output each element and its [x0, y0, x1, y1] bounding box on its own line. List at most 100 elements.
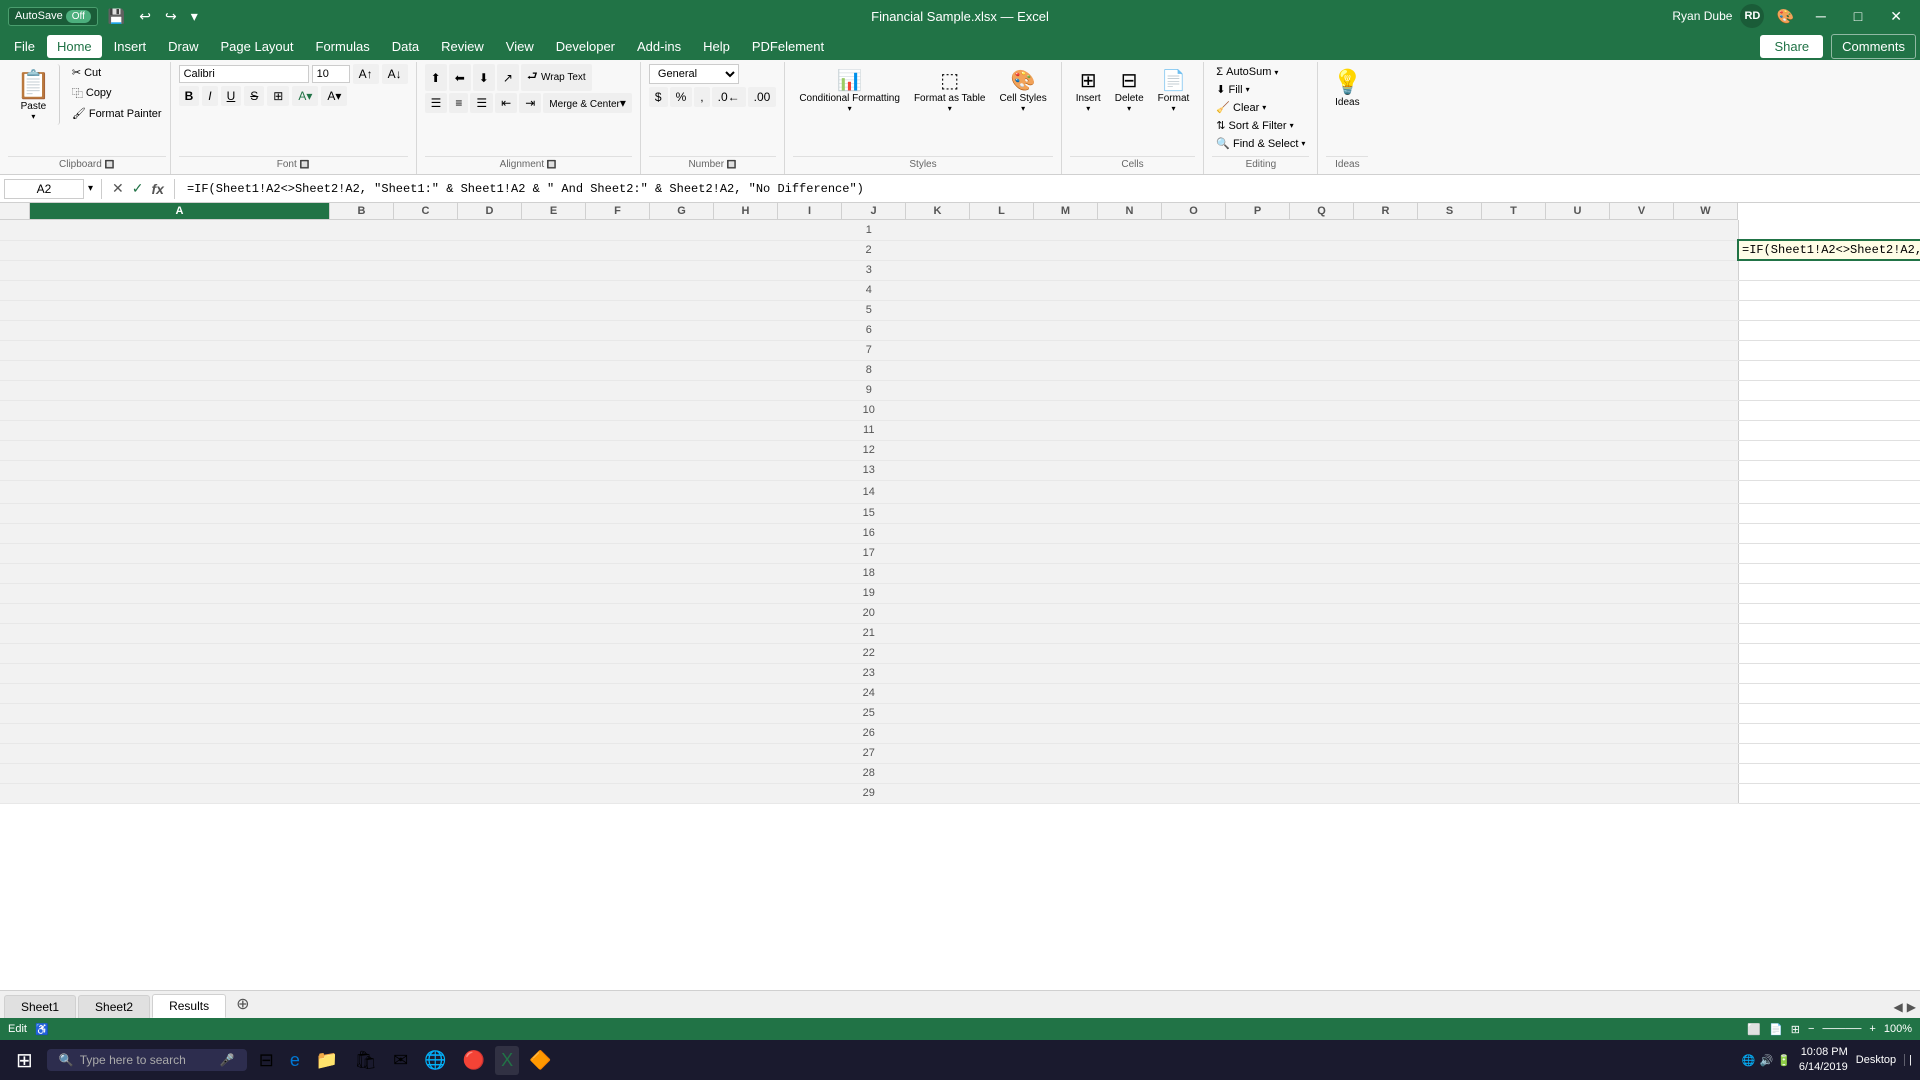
row-number-11[interactable]: 11	[0, 420, 1738, 440]
menu-developer[interactable]: Developer	[546, 35, 625, 58]
fill-button[interactable]: ⬇ Fill ▾	[1212, 81, 1309, 98]
autosave-button[interactable]: AutoSave Off	[8, 7, 98, 26]
row-number-29[interactable]: 29	[0, 783, 1738, 803]
cell-A2[interactable]: =IF(Sheet1!A2<>Sheet2!A2, "Sheet1:" & Sh…	[1738, 240, 1920, 260]
format-painter-button[interactable]: 🖌 Format Painter	[68, 105, 166, 122]
cell-A1[interactable]	[1738, 220, 1920, 240]
cell-A22[interactable]	[1738, 643, 1920, 663]
start-button[interactable]: ⊞	[8, 1044, 41, 1077]
insert-function-button[interactable]: fx	[150, 179, 166, 199]
sheet-tab-results[interactable]: Results	[152, 994, 226, 1018]
row-number-9[interactable]: 9	[0, 380, 1738, 400]
row-number-24[interactable]: 24	[0, 683, 1738, 703]
number-format-select[interactable]: General	[649, 64, 739, 84]
spreadsheet-container[interactable]: A B C D E F G H I J K L M N O P Q R S T	[0, 203, 1920, 1083]
col-header-K[interactable]: K	[906, 203, 970, 219]
number-expand-icon[interactable]: 🔲	[727, 160, 737, 169]
decrease-indent-button[interactable]: ⇤	[495, 93, 517, 113]
taskbar-time[interactable]: 10:08 PM 6/14/2019	[1799, 1045, 1848, 1076]
cell-A21[interactable]	[1738, 623, 1920, 643]
conditional-formatting-button[interactable]: 📊 Conditional Formatting ▾	[793, 64, 906, 117]
excel-taskbar-button[interactable]: X	[495, 1046, 519, 1075]
paste-button[interactable]: 📋 Paste ▾	[8, 64, 60, 125]
underline-button[interactable]: U	[221, 86, 242, 106]
cell-A13[interactable]	[1738, 460, 1920, 480]
row-number-19[interactable]: 19	[0, 583, 1738, 603]
cell-A11[interactable]	[1738, 420, 1920, 440]
italic-button[interactable]: I	[202, 86, 217, 106]
add-sheet-button[interactable]: ⊕	[228, 990, 257, 1018]
row-number-21[interactable]: 21	[0, 623, 1738, 643]
menu-pdfelement[interactable]: PDFelement	[742, 35, 834, 58]
undo-icon[interactable]: ↩	[135, 6, 155, 27]
task-view-button[interactable]: ⊟	[253, 1046, 280, 1075]
copy-button[interactable]: ⿻ Copy	[68, 83, 166, 103]
autosum-button[interactable]: Σ AutoSum ▾	[1212, 64, 1309, 80]
cell-A16[interactable]	[1738, 523, 1920, 543]
ideas-button[interactable]: 💡 Ideas	[1326, 64, 1368, 112]
ie-button[interactable]: e	[284, 1046, 306, 1075]
row-number-23[interactable]: 23	[0, 663, 1738, 683]
row-number-12[interactable]: 12	[0, 440, 1738, 460]
menu-home[interactable]: Home	[47, 35, 102, 58]
insert-button[interactable]: ⊞ Insert ▾	[1070, 64, 1107, 117]
col-header-D[interactable]: D	[458, 203, 522, 219]
col-header-F[interactable]: F	[586, 203, 650, 219]
menu-help[interactable]: Help	[693, 35, 740, 58]
col-header-W[interactable]: W	[1674, 203, 1738, 219]
sheet-nav-right[interactable]: ▶	[1907, 1000, 1916, 1014]
format-button[interactable]: 📄 Format ▾	[1152, 64, 1196, 117]
cell-A18[interactable]	[1738, 563, 1920, 583]
share-button[interactable]: Share	[1760, 35, 1823, 58]
zoom-slider[interactable]: ─────	[1822, 1023, 1861, 1035]
col-header-I[interactable]: I	[778, 203, 842, 219]
cell-A5[interactable]	[1738, 300, 1920, 320]
chrome-button[interactable]: 🌐	[418, 1046, 452, 1075]
format-as-table-button[interactable]: ⬚ Format as Table ▾	[908, 64, 992, 117]
row-number-14[interactable]: 14	[0, 480, 1738, 503]
file-explorer-button[interactable]: 📁	[310, 1046, 344, 1075]
cell-A27[interactable]	[1738, 743, 1920, 763]
delete-button[interactable]: ⊟ Delete ▾	[1109, 64, 1150, 117]
taskbar-search[interactable]: 🔍 Type here to search 🎤	[47, 1049, 247, 1071]
cell-A7[interactable]	[1738, 340, 1920, 360]
save-icon[interactable]: 💾	[104, 6, 129, 27]
show-desktop-button[interactable]: |	[1904, 1054, 1912, 1066]
find-select-button[interactable]: 🔍 Find & Select ▾	[1212, 135, 1309, 152]
menu-formulas[interactable]: Formulas	[306, 35, 380, 58]
row-number-8[interactable]: 8	[0, 360, 1738, 380]
alignment-expand-icon[interactable]: 🔲	[547, 160, 557, 169]
customize-icon[interactable]: ▾	[187, 6, 202, 27]
clipboard-expand-icon[interactable]: 🔲	[105, 160, 115, 169]
fill-color-button[interactable]: A▾	[292, 86, 318, 106]
row-number-28[interactable]: 28	[0, 763, 1738, 783]
row-number-10[interactable]: 10	[0, 400, 1738, 420]
increase-indent-button[interactable]: ⇥	[519, 93, 541, 113]
zoom-out-button[interactable]: −	[1808, 1023, 1814, 1035]
cell-A28[interactable]	[1738, 763, 1920, 783]
col-header-C[interactable]: C	[394, 203, 458, 219]
align-left-button[interactable]: ☰	[425, 93, 448, 113]
col-header-G[interactable]: G	[650, 203, 714, 219]
col-header-V[interactable]: V	[1610, 203, 1674, 219]
bold-button[interactable]: B	[179, 86, 200, 106]
font-name-input[interactable]	[179, 65, 309, 83]
desktop-label[interactable]: Desktop	[1856, 1054, 1896, 1066]
name-box-dropdown-icon[interactable]: ▾	[88, 183, 93, 194]
row-number-27[interactable]: 27	[0, 743, 1738, 763]
wrap-text-button[interactable]: ⮐ Wrap Text	[521, 64, 592, 91]
col-header-R[interactable]: R	[1354, 203, 1418, 219]
align-right-button[interactable]: ☰	[470, 93, 493, 113]
app-icon-8[interactable]: 🔶	[523, 1046, 557, 1075]
col-header-O[interactable]: O	[1162, 203, 1226, 219]
cell-A12[interactable]	[1738, 440, 1920, 460]
zoom-in-button[interactable]: +	[1869, 1023, 1875, 1035]
row-number-16[interactable]: 16	[0, 523, 1738, 543]
confirm-formula-button[interactable]: ✓	[130, 178, 146, 199]
volume-icon[interactable]: 🔊	[1759, 1054, 1773, 1067]
cell-A23[interactable]	[1738, 663, 1920, 683]
menu-insert[interactable]: Insert	[104, 35, 157, 58]
page-layout-button[interactable]: 📄	[1769, 1023, 1783, 1036]
row-number-22[interactable]: 22	[0, 643, 1738, 663]
menu-data[interactable]: Data	[382, 35, 429, 58]
